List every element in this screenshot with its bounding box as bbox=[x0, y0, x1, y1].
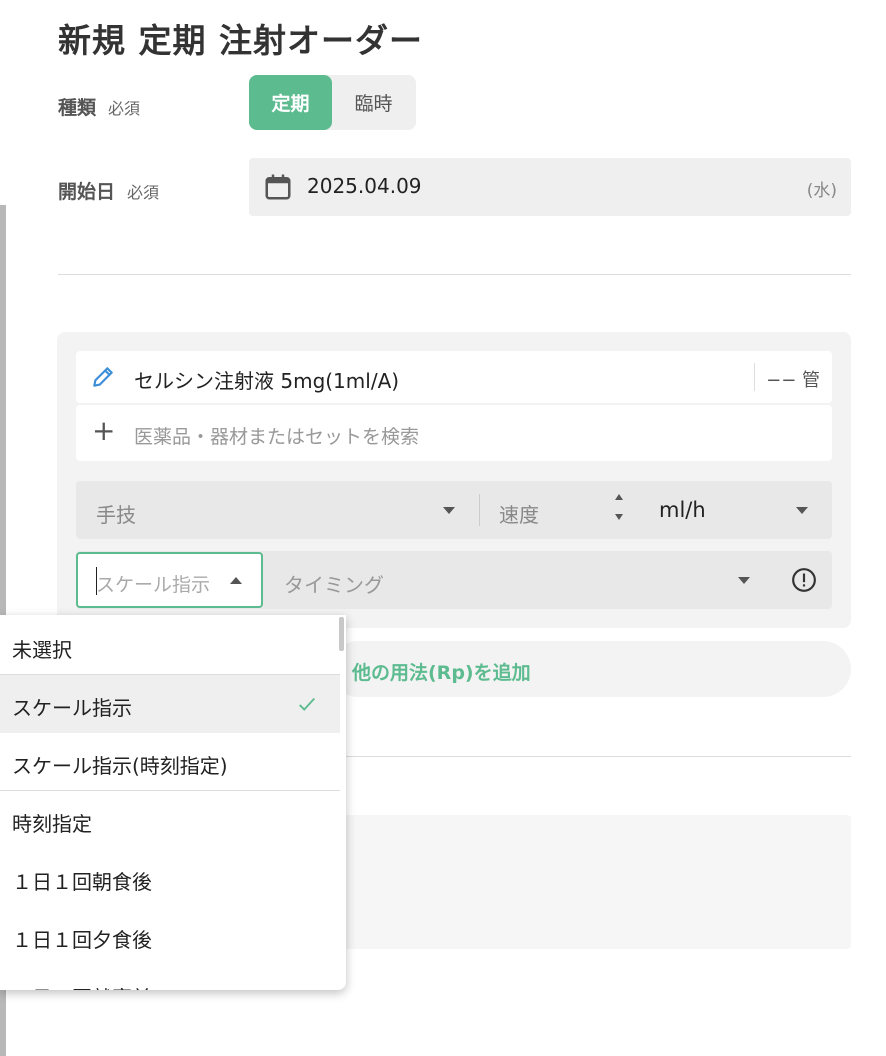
chevron-down-icon[interactable] bbox=[796, 507, 808, 514]
dropdown-item-label: 未選択 bbox=[12, 638, 72, 662]
dropdown-item-label: スケール指示 bbox=[12, 696, 132, 720]
alert-circle-icon[interactable] bbox=[791, 567, 817, 597]
unit-select[interactable]: ml/h bbox=[659, 498, 706, 522]
dropdown-item-scale-instruction[interactable]: スケール指示 bbox=[0, 675, 340, 733]
method-separator bbox=[479, 494, 480, 526]
pencil-icon[interactable] bbox=[90, 364, 116, 394]
type-label-text: 種類 bbox=[58, 97, 97, 119]
page-title: 新規 定期 注射オーダー bbox=[58, 21, 423, 60]
start-date-weekday: (水) bbox=[806, 181, 837, 201]
start-date-value: 2025.04.09 bbox=[307, 174, 422, 198]
technique-select[interactable]: 手技 bbox=[96, 499, 136, 528]
add-rp-label: 他の用法(Rp)を追加 bbox=[352, 662, 531, 684]
dropdown-item-label: スケール指示(時刻指定) bbox=[12, 754, 228, 778]
dropdown-item-label: １日１回夕食後 bbox=[12, 928, 152, 952]
drug-search-placeholder: 医薬品・器材またはセットを検索 bbox=[134, 426, 420, 448]
type-required-badge: 必須 bbox=[108, 99, 141, 118]
scale-instruction-placeholder: スケール指示 bbox=[96, 574, 211, 596]
check-icon bbox=[296, 693, 318, 720]
plus-icon: + bbox=[92, 414, 116, 447]
dropdown-item-once-before-bed[interactable]: １日１回就寝前 bbox=[0, 965, 340, 990]
start-date-required-badge: 必須 bbox=[127, 183, 160, 202]
start-date-label-text: 開始日 bbox=[58, 181, 116, 203]
drug-search-field[interactable]: + 医薬品・器材またはセットを検索 bbox=[76, 405, 832, 461]
type-label: 種類 必須 bbox=[58, 93, 140, 120]
type-option-regular[interactable]: 定期 bbox=[249, 75, 332, 130]
drug-row[interactable]: セルシン注射液 5mg(1ml/A) −− 管 bbox=[76, 351, 832, 403]
dropdown-item-once-after-breakfast[interactable]: １日１回朝食後 bbox=[0, 849, 340, 907]
section-divider bbox=[58, 274, 851, 275]
drug-name: セルシン注射液 5mg(1ml/A) bbox=[134, 369, 400, 393]
start-date-label: 開始日 必須 bbox=[58, 177, 159, 204]
timing-select[interactable]: タイミング bbox=[284, 569, 384, 598]
drug-quantity[interactable]: −− 管 bbox=[766, 366, 820, 392]
dropdown-item-unselected[interactable]: 未選択 bbox=[0, 617, 340, 675]
dropdown-item-label: １日１回朝食後 bbox=[12, 870, 152, 894]
start-date-field[interactable]: 2025.04.09 (水) bbox=[249, 158, 851, 216]
dropdown-item-label: 時刻指定 bbox=[12, 812, 92, 836]
dropdown-item-once-after-dinner[interactable]: １日１回夕食後 bbox=[0, 907, 340, 965]
chevron-down-icon[interactable] bbox=[443, 507, 455, 514]
chevron-up-icon[interactable] bbox=[230, 577, 242, 584]
dropdown-item-time-specified[interactable]: 時刻指定 bbox=[0, 791, 340, 849]
calendar-icon bbox=[263, 172, 293, 206]
spinner-icon[interactable] bbox=[615, 494, 623, 520]
add-rp-button[interactable]: 他の用法(Rp)を追加 bbox=[330, 641, 851, 697]
type-segmented-control: 定期 臨時 bbox=[249, 75, 416, 130]
type-option-temporary[interactable]: 臨時 bbox=[332, 75, 415, 130]
dropdown-item-scale-instruction-timed[interactable]: スケール指示(時刻指定) bbox=[0, 733, 340, 791]
speed-input[interactable]: 速度 bbox=[499, 499, 539, 528]
method-row: 手技 速度 ml/h bbox=[76, 481, 832, 539]
drug-row-separator bbox=[754, 363, 755, 391]
scale-instruction-dropdown: 未選択 スケール指示 スケール指示(時刻指定) 時刻指定 １日１回朝食後 １日１… bbox=[0, 615, 346, 990]
chevron-down-icon[interactable] bbox=[738, 577, 750, 584]
scale-instruction-input[interactable]: スケール指示 bbox=[76, 552, 263, 608]
bottom-panel bbox=[330, 815, 851, 949]
dropdown-item-label: １日１回就寝前 bbox=[12, 982, 152, 990]
